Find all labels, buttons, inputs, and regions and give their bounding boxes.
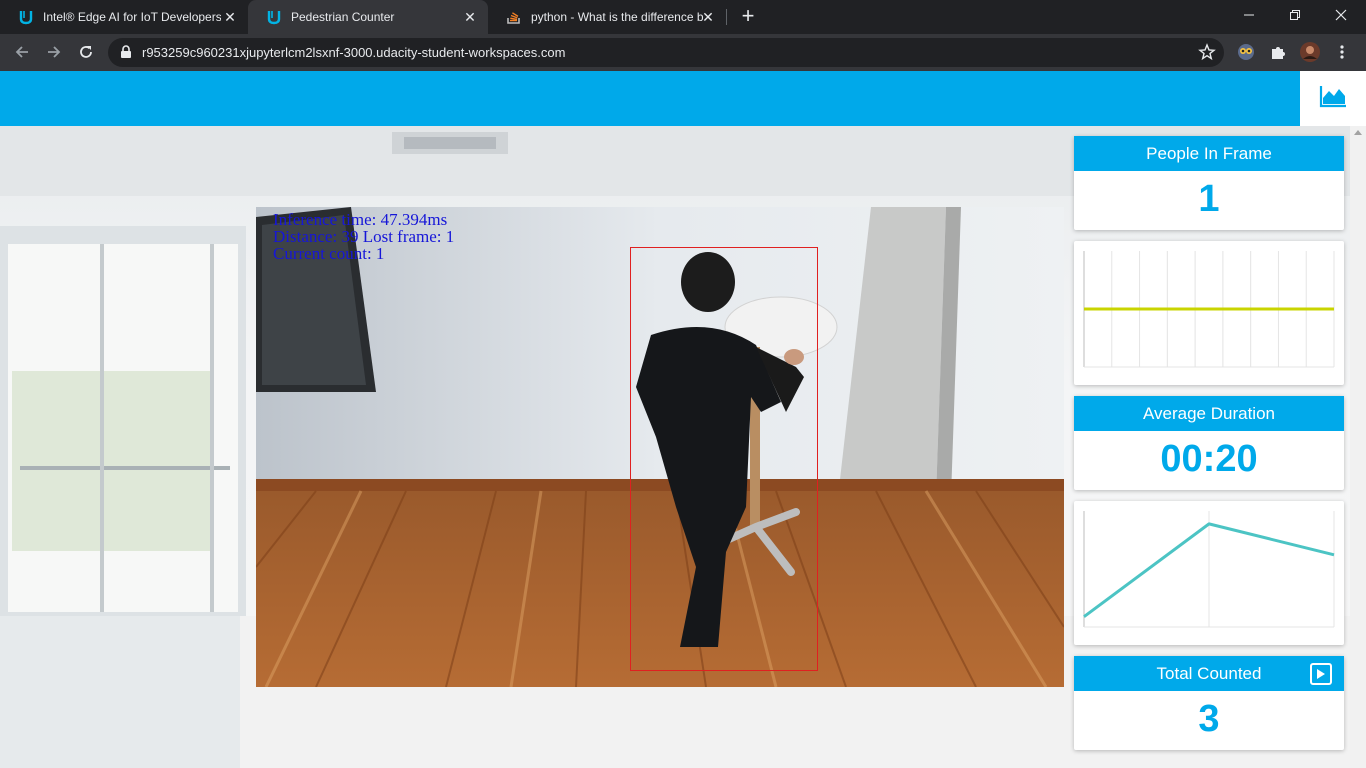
overlay-distance: Distance: 39 Lost frame: 1 <box>273 227 455 246</box>
url-text: r953259c960231xjupyterlcm2lsxnf-3000.uda… <box>142 45 566 60</box>
total-counted-title: Total Counted <box>1156 663 1262 683</box>
browser-tab-intel-edge-ai[interactable]: Intel® Edge AI for IoT Developers ✕ <box>0 0 248 34</box>
stackoverflow-icon <box>506 9 522 25</box>
browser-menu-icon[interactable] <box>1332 42 1352 62</box>
udacity-icon <box>18 9 34 25</box>
duration-chart-card <box>1074 501 1344 645</box>
extensions-puzzle-icon[interactable] <box>1268 42 1288 62</box>
tab-close-icon[interactable]: ✕ <box>222 9 238 25</box>
bookmark-star-icon[interactable] <box>1198 43 1216 61</box>
average-duration-chart <box>1083 511 1335 628</box>
tab-title: Intel® Edge AI for IoT Developers <box>43 10 221 24</box>
overlay-current-count: Current count: 1 <box>273 244 385 263</box>
extension-owl-icon[interactable] <box>1236 42 1256 62</box>
back-icon[interactable] <box>10 40 34 64</box>
browser-tab-python-question[interactable]: python - What is the difference b ✕ <box>488 0 726 34</box>
play-icon[interactable] <box>1310 663 1332 685</box>
restore-icon[interactable] <box>1272 0 1318 30</box>
tab-close-icon[interactable]: ✕ <box>700 9 716 25</box>
average-duration-title: Average Duration <box>1074 396 1344 431</box>
total-counted-header: Total Counted <box>1074 656 1344 691</box>
page-content: Inference time: 47.394ms Distance: 39 Lo… <box>0 71 1366 768</box>
people-in-frame-title: People In Frame <box>1074 136 1344 171</box>
browser-tab-bar: Intel® Edge AI for IoT Developers ✕ Pede… <box>0 0 1366 34</box>
lock-icon <box>120 45 134 59</box>
overlay-inference-time: Inference time: 47.394ms <box>273 210 448 229</box>
tab-separator <box>726 9 727 25</box>
browser-tab-pedestrian-counter[interactable]: Pedestrian Counter ✕ <box>248 0 488 34</box>
total-counted-value: 3 <box>1198 698 1220 740</box>
people-in-frame-chart <box>1083 251 1335 368</box>
area-chart-icon <box>1319 84 1347 113</box>
forward-icon[interactable] <box>42 40 66 64</box>
average-duration-card: Average Duration 00:20 <box>1074 396 1344 490</box>
person-bounding-box <box>630 247 818 671</box>
new-tab-button[interactable]: + <box>737 5 759 28</box>
tab-title: Pedestrian Counter <box>291 10 395 24</box>
total-counted-card: Total Counted 3 <box>1074 656 1344 750</box>
tab-close-icon[interactable]: ✕ <box>462 9 478 25</box>
video-feed: Inference time: 47.394ms Distance: 39 Lo… <box>256 207 1064 687</box>
scroll-up-icon[interactable] <box>1354 130 1362 135</box>
app-header-bar <box>0 71 1300 126</box>
reload-icon[interactable] <box>74 40 98 64</box>
profile-avatar[interactable] <box>1300 42 1320 62</box>
udacity-icon <box>266 9 282 25</box>
average-duration-value: 00:20 <box>1160 438 1258 480</box>
people-in-frame-card: People In Frame 1 <box>1074 136 1344 230</box>
stats-toggle-button[interactable] <box>1300 71 1366 126</box>
people-chart-card <box>1074 241 1344 385</box>
browser-toolbar: r953259c960231xjupyterlcm2lsxnf-3000.uda… <box>0 34 1366 71</box>
tab-title: python - What is the difference b <box>531 10 704 24</box>
close-icon[interactable] <box>1318 0 1364 30</box>
people-in-frame-value: 1 <box>1198 178 1220 220</box>
page-scrollbar[interactable] <box>1350 126 1366 768</box>
address-bar[interactable]: r953259c960231xjupyterlcm2lsxnf-3000.uda… <box>108 38 1224 67</box>
minimize-icon[interactable] <box>1226 0 1272 30</box>
